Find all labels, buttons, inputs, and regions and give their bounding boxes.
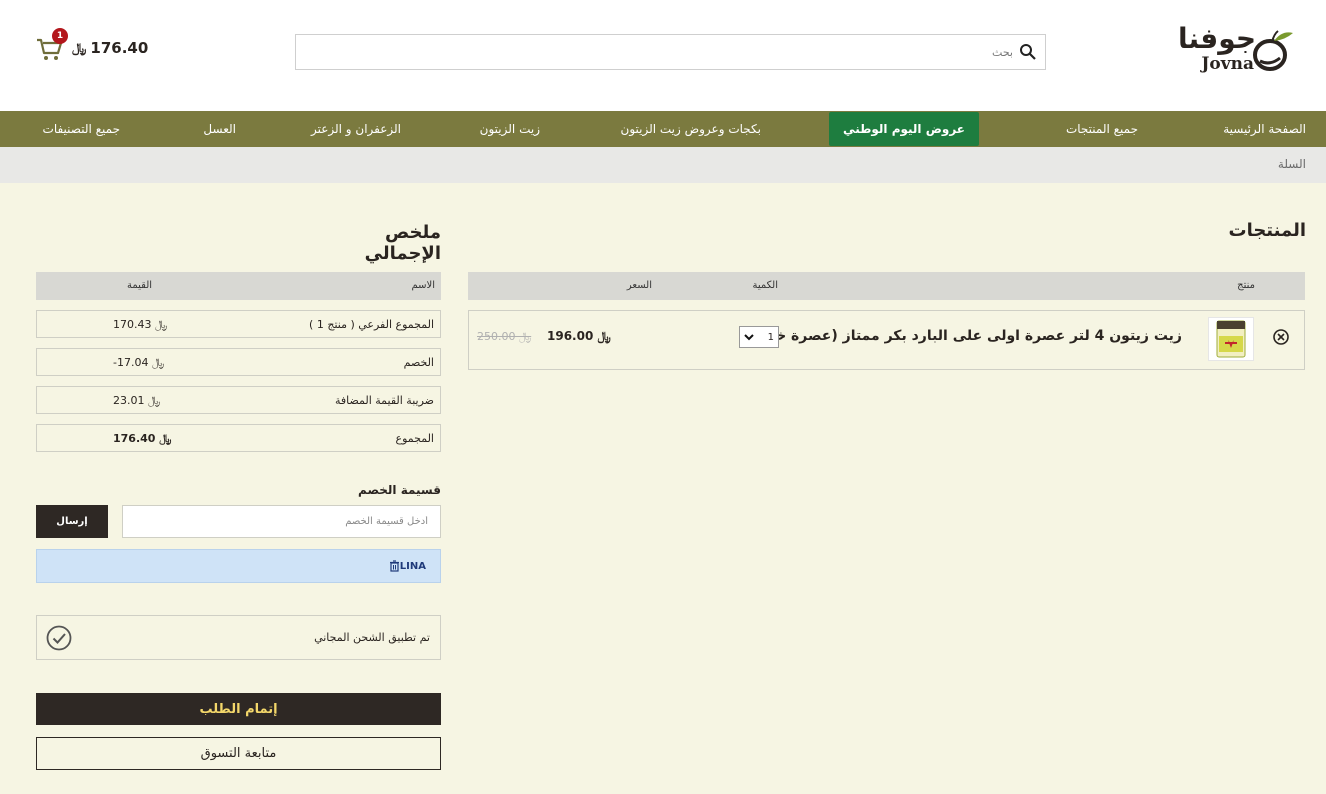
product-price: 196.00 ﷼ (547, 329, 611, 343)
quantity-select[interactable]: 1 (739, 326, 779, 348)
nav-item-home[interactable]: الصفحة الرئيسية (1223, 111, 1306, 147)
nav-item-all-products[interactable]: جميع المنتجات (1066, 111, 1138, 147)
summary-row-discount: الخصم -17.04 ﷼ (36, 348, 441, 376)
trash-icon[interactable] (389, 560, 400, 572)
search-bar (295, 34, 1046, 70)
summary-label: المجموع (395, 432, 434, 445)
check-circle-icon (46, 625, 72, 651)
nav-item-olive-oil-packages[interactable]: بكجات وعروض زيت الزيتون (621, 111, 762, 147)
summary-label: المجموع الفرعي ( منتج 1 ) (309, 318, 434, 331)
col-price: السعر (626, 280, 652, 291)
summary-row-subtotal: المجموع الفرعي ( منتج 1 ) 170.43 ﷼ (36, 310, 441, 338)
brand-name-ar: جوفنا (1177, 22, 1256, 55)
nav-item-olive-oil[interactable]: زيت الزيتون (480, 111, 540, 147)
search-icon[interactable] (1019, 43, 1037, 61)
brand-logo[interactable]: جوفنا Jovna (1178, 22, 1294, 78)
free-shipping-notice: تم تطبيق الشحن المجاني (36, 615, 441, 660)
continue-shopping-button[interactable]: متابعة التسوق (36, 737, 441, 770)
olive-logo-icon (1253, 30, 1293, 71)
main-nav: الصفحة الرئيسية جميع المنتجات عروض اليوم… (0, 111, 1326, 147)
coupon-input[interactable] (122, 505, 441, 538)
search-input[interactable] (304, 45, 1013, 59)
applied-coupon-tag[interactable]: LINA (385, 560, 426, 572)
currency-symbol: ﷼ (72, 40, 87, 56)
applied-coupon: LINA (36, 549, 441, 583)
products-table-header: منتج الكمية السعر (468, 272, 1305, 300)
summary-value: 176.40 ﷼ (113, 432, 172, 445)
col-product: منتج (1237, 280, 1255, 291)
breadcrumb-current: السلة (1277, 157, 1306, 171)
product-old-price: 250.00 ﷼ (477, 330, 532, 343)
cart-icon-wrap[interactable]: 1 (36, 28, 68, 62)
col-name: الاسم (411, 280, 435, 291)
summary-value: 23.01 ﷼ (113, 394, 161, 407)
product-image-icon (1216, 320, 1246, 358)
cart-total: ﷼ 176.40 (72, 39, 148, 57)
chevron-down-icon (744, 334, 754, 341)
cart-total-value: 176.40 (90, 39, 149, 57)
quantity-value: 1 (767, 331, 774, 343)
summary-title: ملخص الإجمالي (364, 222, 441, 264)
cart-count-badge: 1 (52, 28, 68, 44)
summary-label: الخصم (403, 356, 434, 369)
summary-row-vat: ضريبة القيمة المضافة 23.01 ﷼ (36, 386, 441, 414)
product-name[interactable]: زيت زيتون 4 لتر عصرة اولى على البارد بكر… (742, 328, 1182, 344)
free-shipping-text: تم تطبيق الشحن المجاني (314, 631, 430, 644)
cart-summary[interactable]: 1 ﷼ 176.40 (36, 28, 148, 66)
summary-table-header: الاسم القيمة (36, 272, 441, 300)
table-row: زيت زيتون 4 لتر عصرة اولى على البارد بكر… (468, 310, 1305, 370)
nav-item-all-categories[interactable]: جميع التصنيفات (43, 111, 120, 147)
summary-row-total: المجموع 176.40 ﷼ (36, 424, 441, 452)
summary-label: ضريبة القيمة المضافة (334, 394, 434, 407)
products-title: المنتجات (1228, 220, 1306, 241)
summary-value: -17.04 ﷼ (113, 356, 165, 369)
col-quantity: الكمية (752, 280, 778, 291)
coupon-code: LINA (399, 560, 426, 572)
col-value: القيمة (127, 280, 153, 291)
product-thumbnail[interactable] (1208, 317, 1254, 361)
nav-item-saffron-thyme[interactable]: الزعفران و الزعتر (311, 111, 401, 147)
coupon-submit-button[interactable]: إرسال (36, 505, 108, 538)
checkout-button[interactable]: إتمام الطلب (36, 693, 441, 725)
coupon-title: قسيمة الخصم (358, 483, 441, 497)
breadcrumb: السلة (0, 147, 1326, 183)
remove-item-icon[interactable] (1272, 328, 1290, 346)
summary-value: 170.43 ﷼ (113, 318, 168, 331)
brand-name-en: Jovna (1201, 54, 1254, 74)
site-header: جوفنا Jovna 1 ﷼ 176.40 (0, 0, 1326, 111)
nav-item-honey[interactable]: العسل (203, 111, 236, 147)
nav-item-national-day-offers[interactable]: عروض اليوم الوطني (829, 112, 979, 146)
